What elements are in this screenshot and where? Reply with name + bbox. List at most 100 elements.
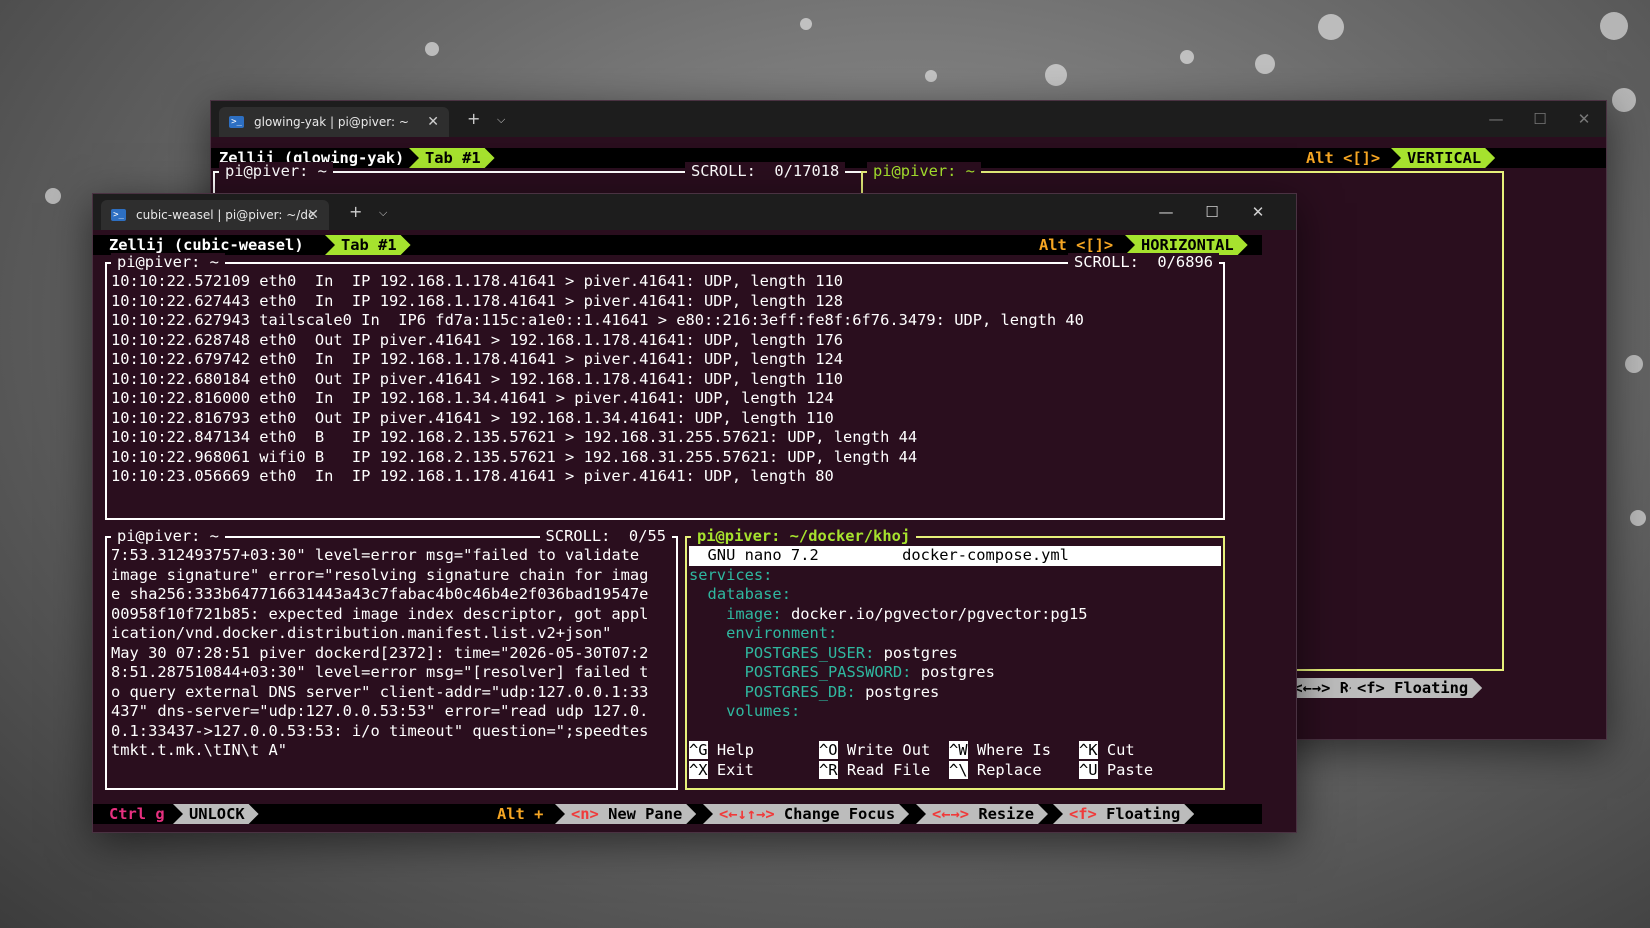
- shortcut-key: ^W: [949, 741, 968, 759]
- floating-hint[interactable]: <f> Floating: [1053, 804, 1194, 824]
- bokeh-dot: [1600, 12, 1628, 40]
- terminal-tab[interactable]: >_ cubic-weasel | pi@piver: ~/dc ✕: [101, 200, 329, 230]
- yaml-line[interactable]: image: docker.io/pgvector/pgvector:pg15: [689, 605, 1221, 625]
- unlock-mode[interactable]: UNLOCK: [173, 804, 259, 824]
- output-line: tmkt.t.mk.\tIN\t A": [111, 741, 288, 759]
- new-pane-hint[interactable]: <n> New Pane: [555, 804, 696, 824]
- output-line: ication/vnd.docker.distribution.manifest…: [111, 624, 612, 642]
- pane-scroll-indicator: SCROLL: 0/55: [539, 527, 672, 546]
- resize-key: <←→>: [932, 805, 970, 823]
- yaml-key: POSTGRES_PASSWORD: [744, 663, 903, 681]
- close-tab-icon[interactable]: ✕: [427, 114, 439, 130]
- change-focus-key: <←↓↑→>: [719, 805, 775, 823]
- shortcut-key: ^X: [689, 760, 708, 779]
- output-line: 10:10:22.816793 eth0 Out IP piver.41641 …: [111, 408, 834, 427]
- minimize-icon[interactable]: —: [1144, 194, 1188, 230]
- title-bar[interactable]: >_ glowing-yak | pi@piver: ~ ✕ + ⌵ — ☐ ✕: [211, 101, 1606, 137]
- bokeh-dot: [1180, 50, 1194, 64]
- front-terminal-window[interactable]: >_ cubic-weasel | pi@piver: ~/dc ✕ + ⌵ —…: [92, 193, 1297, 833]
- nano-shortcut[interactable]: ^X Exit: [689, 760, 754, 781]
- output-line: 10:10:22.627443 eth0 In IP 192.168.1.178…: [111, 291, 844, 310]
- output-line: 10:10:22.680184 eth0 Out IP piver.41641 …: [111, 369, 844, 388]
- tcpdump-output: 10:10:22.572109 eth0 In IP 192.168.1.178…: [111, 272, 1221, 487]
- nano-shortcut[interactable]: ^G Help: [689, 741, 754, 761]
- new-pane-label: New Pane: [608, 805, 683, 823]
- yaml-line[interactable]: environment:: [689, 624, 1221, 644]
- floating-label: Floating: [1106, 805, 1181, 823]
- pane-title: pi@piver: ~: [219, 162, 333, 181]
- nano-file-name: docker-compose.yml: [902, 546, 1069, 564]
- maximize-icon[interactable]: ☐: [1190, 194, 1234, 230]
- shortcut-label: Cut: [1106, 741, 1135, 759]
- yaml-value: postgres: [865, 682, 940, 701]
- pane-scroll-indicator: SCROLL: 0/6896: [1068, 253, 1219, 272]
- terminal-area[interactable]: Zellij (cubic-weasel) Tab #1 Alt <[]> HO…: [93, 230, 1296, 832]
- yaml-key: database: [707, 585, 782, 603]
- output-line: 8:51.287510844+03:30" level=error msg="[…: [111, 663, 649, 681]
- pane-title: pi@piver: ~/docker/khoj: [691, 527, 917, 546]
- yaml-line[interactable]: POSTGRES_PASSWORD: postgres: [689, 663, 1221, 683]
- yaml-value: docker.io/pgvector/pgvector:pg15: [790, 604, 1088, 623]
- yaml-key: POSTGRES_USER: [744, 643, 866, 662]
- change-focus-hint[interactable]: <←↓↑→> Change Focus: [703, 804, 909, 824]
- nano-shortcut-bar: ^G Help ^O Write Out ^W Where Is ^K Cut ^X E…: [689, 741, 1221, 780]
- output-line: 437" dns-server="udp:127.0.0.53:53" erro…: [111, 702, 649, 720]
- tab-1-indicator[interactable]: Tab #1: [409, 148, 495, 168]
- alt-hint: Alt <[]>: [1039, 236, 1114, 254]
- output-line: 0.1:33437->127.0.0.53:53: i/o timeout" q…: [111, 721, 649, 740]
- journal-pane[interactable]: pi@piver: ~ SCROLL: 0/55 7:53.312493757+…: [105, 527, 678, 790]
- output-line: 00958f10f721b85: expected image index de…: [111, 604, 649, 623]
- yaml-line[interactable]: services:: [689, 566, 1221, 586]
- close-tab-icon[interactable]: ✕: [307, 207, 319, 223]
- shortcut-key: ^\: [949, 760, 968, 779]
- nano-shortcut[interactable]: ^\ Replace: [949, 760, 1042, 781]
- close-window-icon[interactable]: ✕: [1236, 194, 1280, 230]
- shortcut-key: ^G: [689, 741, 708, 759]
- nano-version: GNU nano 7.2: [689, 546, 819, 564]
- tab-title: glowing-yak | pi@piver: ~: [254, 115, 409, 129]
- bokeh-dot: [1625, 355, 1643, 373]
- shortcut-label: Write Out: [846, 741, 931, 759]
- title-bar[interactable]: >_ cubic-weasel | pi@piver: ~/dc ✕ + ⌵ —…: [93, 194, 1296, 230]
- resize-hint[interactable]: <←→> Resize: [916, 804, 1048, 824]
- nano-shortcut[interactable]: ^O Write Out: [819, 741, 930, 761]
- zellij-status-bar: Ctrl g UNLOCK Alt + <n> New Pane <←↓↑→> …: [93, 804, 1262, 824]
- change-focus-label: Change Focus: [783, 805, 896, 823]
- nano-shortcut[interactable]: ^U Paste: [1079, 760, 1153, 781]
- alt-hint: Alt <[]>: [1306, 149, 1381, 167]
- output-line: 10:10:22.847134 eth0 B IP 192.168.2.135.…: [111, 428, 918, 446]
- nano-pane[interactable]: pi@piver: ~/docker/khoj GNU nano 7.2 doc…: [685, 527, 1225, 790]
- nano-header: GNU nano 7.2 docker-compose.yml: [689, 546, 1221, 566]
- zellij-tab-bar: Zellij (cubic-weasel) Tab #1 Alt <[]> HO…: [93, 235, 1262, 255]
- terminal-tab[interactable]: >_ glowing-yak | pi@piver: ~ ✕: [219, 107, 449, 137]
- yaml-key: services: [689, 565, 764, 584]
- bokeh-dot: [45, 188, 61, 204]
- nano-shortcut[interactable]: ^W Where Is: [949, 741, 1051, 761]
- bokeh-dot: [800, 18, 812, 30]
- maximize-icon[interactable]: ☐: [1518, 101, 1562, 137]
- yaml-line[interactable]: POSTGRES_USER: postgres: [689, 644, 1221, 664]
- chevron-down-icon[interactable]: ⌵: [497, 113, 505, 127]
- yaml-line[interactable]: volumes:: [689, 702, 1221, 722]
- bokeh-dot: [425, 42, 439, 56]
- ctrl-g-hint: Ctrl g: [101, 804, 179, 824]
- nano-shortcut[interactable]: ^R Read File: [819, 760, 930, 781]
- output-line: 10:10:22.968061 wifi0 B IP 192.168.2.135…: [111, 447, 918, 466]
- bokeh-dot: [1255, 54, 1275, 74]
- minimize-icon[interactable]: —: [1474, 101, 1518, 137]
- yaml-value: postgres: [883, 643, 958, 662]
- alt-plus-hint: Alt +: [497, 805, 544, 823]
- tcpdump-pane[interactable]: pi@piver: ~ SCROLL: 0/6896 10:10:22.5721…: [105, 253, 1225, 520]
- yaml-line[interactable]: database:: [689, 585, 1221, 605]
- chevron-down-icon[interactable]: ⌵: [379, 206, 387, 220]
- nano-editor[interactable]: GNU nano 7.2 docker-compose.yml services…: [689, 546, 1221, 780]
- yaml-line[interactable]: POSTGRES_DB: postgres: [689, 683, 1221, 703]
- new-tab-icon[interactable]: +: [349, 202, 362, 221]
- close-window-icon[interactable]: ✕: [1562, 101, 1606, 137]
- tab-1-indicator[interactable]: Tab #1: [325, 235, 411, 255]
- pane-title: pi@piver: ~: [867, 162, 981, 181]
- nano-shortcut[interactable]: ^K Cut: [1079, 741, 1135, 761]
- new-tab-icon[interactable]: +: [467, 109, 480, 128]
- layout-mode-badge: HORIZONTAL: [1125, 235, 1248, 255]
- yaml-key: image: [726, 604, 773, 623]
